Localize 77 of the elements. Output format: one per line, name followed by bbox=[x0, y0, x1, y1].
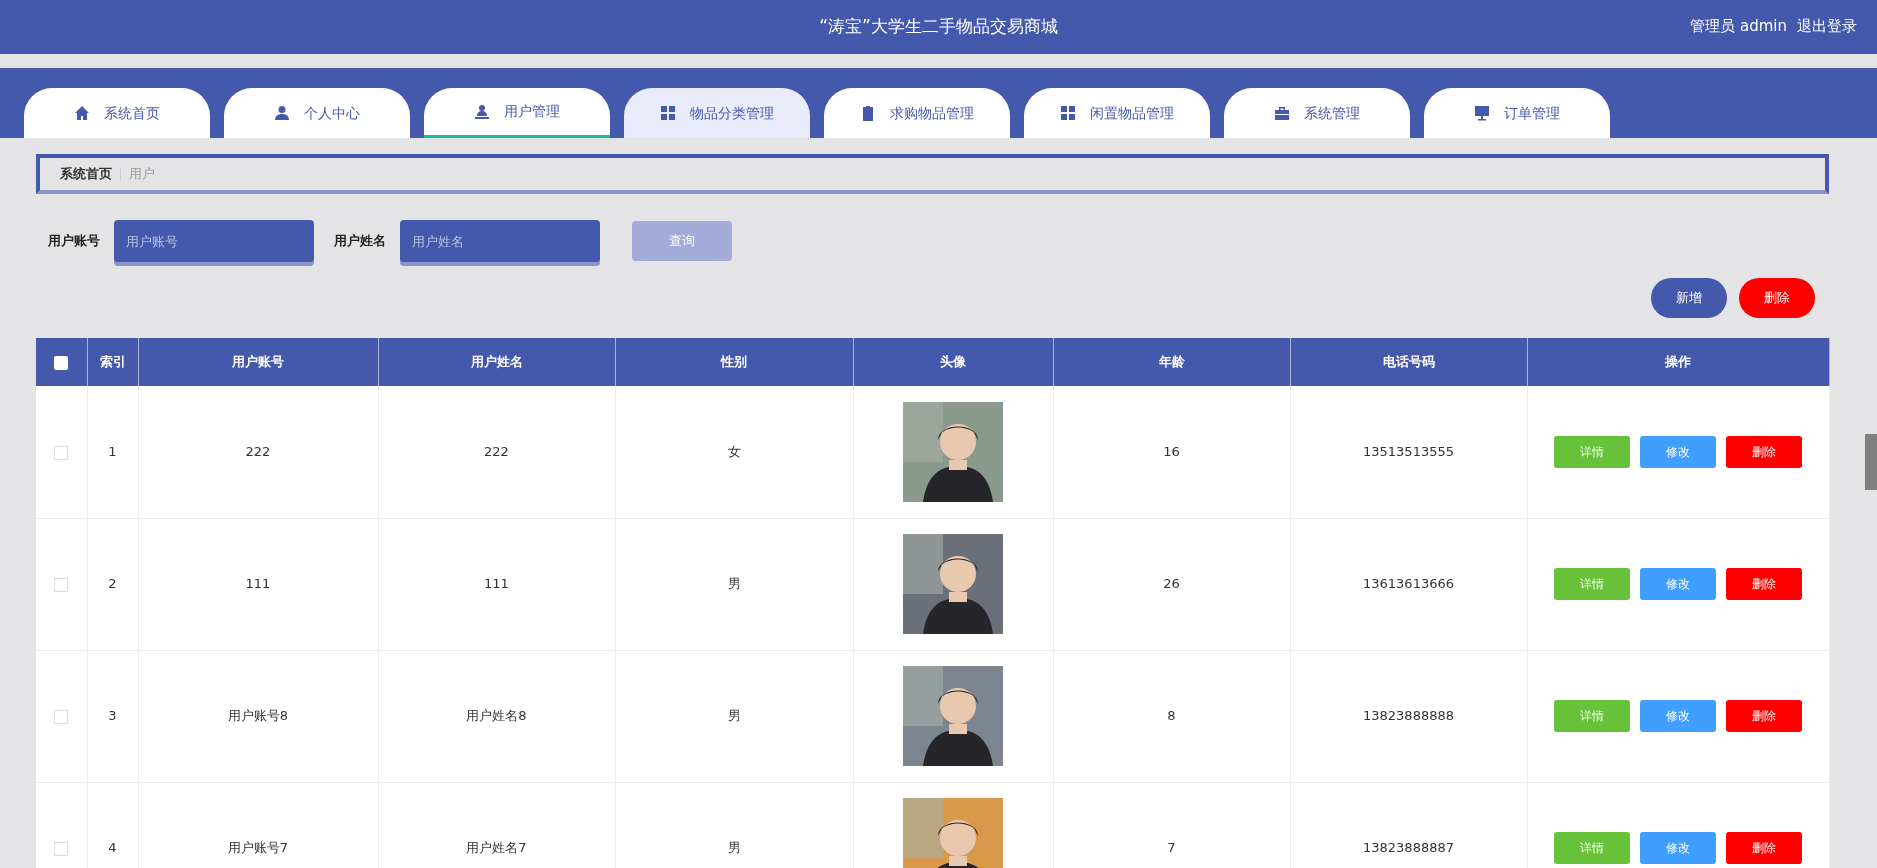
delete-button[interactable]: 删除 bbox=[1726, 435, 1802, 468]
table-cell: 1 bbox=[108, 444, 117, 459]
table-cell: 男 bbox=[727, 840, 741, 856]
nav-tab[interactable]: 物品分类管理 bbox=[624, 88, 810, 138]
grid-icon bbox=[1060, 105, 1076, 121]
table-cell: 女 bbox=[727, 444, 741, 459]
detail-button[interactable]: 详情 bbox=[1554, 435, 1630, 468]
column-header: 头像 bbox=[940, 354, 966, 370]
table-cell: 用户账号8 bbox=[227, 708, 289, 724]
table-cell: 4 bbox=[108, 840, 117, 856]
field-label: 用户账号 bbox=[48, 232, 100, 251]
nav-tab[interactable]: 系统管理 bbox=[1224, 88, 1410, 138]
edit-button[interactable]: 修改 bbox=[1640, 435, 1716, 468]
column-header: 用户姓名 bbox=[470, 354, 523, 370]
nav-tab[interactable]: 订单管理 bbox=[1424, 88, 1610, 138]
table-cell: 男 bbox=[727, 576, 741, 592]
select-all-checkbox[interactable] bbox=[54, 355, 69, 370]
breadcrumb-item[interactable]: 系统首页 bbox=[60, 164, 112, 184]
column-header: 电话号码 bbox=[1382, 354, 1435, 370]
table-cell: 用户账号7 bbox=[227, 840, 289, 856]
column-header: 索引 bbox=[99, 354, 126, 370]
detail-button[interactable]: 详情 bbox=[1554, 832, 1630, 864]
column-header: 性别 bbox=[721, 354, 747, 370]
search-field[interactable]: 用户账号 bbox=[114, 220, 314, 262]
table-cell: 用户姓名7 bbox=[466, 840, 527, 856]
clipboard-icon bbox=[860, 105, 876, 121]
row-checkbox[interactable] bbox=[54, 841, 69, 856]
search-field[interactable]: 用户姓名 bbox=[400, 220, 600, 262]
table-cell: 13823888888 bbox=[1363, 708, 1454, 724]
add-button[interactable]: 新增 bbox=[1651, 278, 1727, 318]
delete-button[interactable]: 删除 bbox=[1726, 568, 1802, 600]
nav-tab[interactable]: 用户管理 bbox=[424, 88, 610, 138]
table-cell: 男 bbox=[727, 708, 741, 724]
table-cell: 111 bbox=[484, 576, 509, 592]
edit-button[interactable]: 修改 bbox=[1640, 832, 1716, 864]
nav-tab[interactable]: 个人中心 bbox=[224, 88, 410, 138]
monitor-icon bbox=[1474, 105, 1490, 121]
delete-button[interactable]: 删除 bbox=[1739, 278, 1815, 318]
person-icon bbox=[474, 103, 490, 120]
column-header: 用户账号 bbox=[232, 354, 284, 370]
column-header: 操作 bbox=[1665, 354, 1691, 370]
table-cell: 用户姓名8 bbox=[466, 708, 527, 724]
grid-icon bbox=[660, 105, 676, 121]
nav-tab[interactable]: 求购物品管理 bbox=[824, 88, 1010, 138]
edit-button[interactable]: 修改 bbox=[1640, 568, 1716, 600]
nav-tab[interactable]: 系统首页 bbox=[24, 88, 210, 138]
delete-button[interactable]: 删除 bbox=[1726, 700, 1802, 732]
table-cell: 3 bbox=[108, 708, 117, 724]
row-checkbox[interactable] bbox=[54, 577, 69, 592]
table-cell: 7 bbox=[1167, 840, 1176, 856]
table-cell: 222 bbox=[484, 444, 509, 459]
row-checkbox[interactable] bbox=[54, 445, 69, 460]
table-cell: 26 bbox=[1163, 576, 1180, 592]
table-cell: 222 bbox=[245, 444, 271, 459]
table-cell: 13823888887 bbox=[1363, 840, 1454, 856]
detail-button[interactable]: 详情 bbox=[1554, 568, 1630, 600]
column-header: 年龄 bbox=[1158, 354, 1185, 370]
table-cell: 111 bbox=[245, 576, 271, 592]
edit-button[interactable]: 修改 bbox=[1640, 700, 1716, 732]
user-label: 管理员 admin bbox=[1690, 16, 1787, 37]
site-title: “涛宝”大学生二手物品交易商城 bbox=[819, 15, 1058, 39]
breadcrumb-item: 用户 bbox=[129, 165, 155, 184]
row-checkbox[interactable] bbox=[54, 709, 69, 724]
logout-link[interactable]: 退出登录 bbox=[1797, 15, 1857, 38]
table-cell: 2 bbox=[108, 576, 117, 592]
person-icon bbox=[274, 105, 290, 121]
field-label: 用户姓名 bbox=[334, 232, 386, 251]
table-cell: 16 bbox=[1163, 444, 1180, 459]
home-icon bbox=[74, 105, 90, 121]
scrollbar-thumb[interactable] bbox=[1865, 434, 1877, 490]
table-cell: 13613613666 bbox=[1363, 576, 1454, 592]
table-cell: 8 bbox=[1167, 708, 1176, 724]
nav-tab[interactable]: 闲置物品管理 bbox=[1024, 88, 1210, 138]
briefcase-icon bbox=[1274, 105, 1290, 121]
delete-button[interactable]: 删除 bbox=[1726, 832, 1802, 864]
table-cell: 13513513555 bbox=[1363, 444, 1454, 459]
detail-button[interactable]: 详情 bbox=[1554, 700, 1630, 732]
